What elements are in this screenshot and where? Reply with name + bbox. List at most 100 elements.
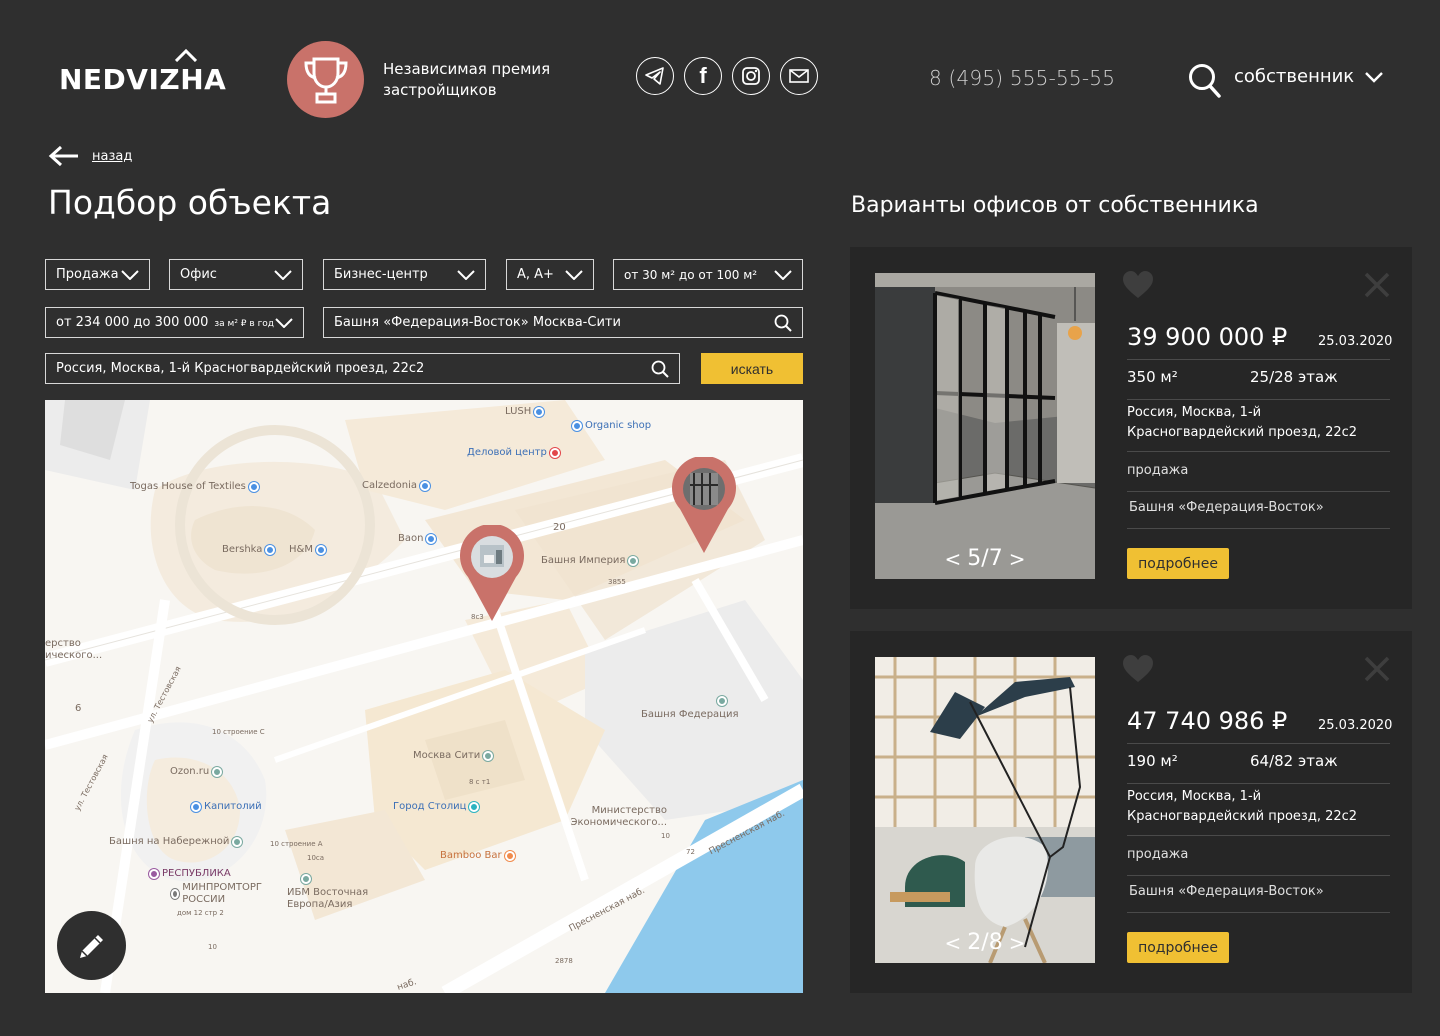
listing-floor: 25/28 этаж xyxy=(1250,368,1338,386)
owner-select[interactable]: собственник xyxy=(1234,66,1384,87)
poi-label: LUSH xyxy=(505,406,532,417)
heart-icon[interactable] xyxy=(1123,655,1153,683)
chevron-right-icon[interactable]: > xyxy=(1009,547,1026,571)
poi-label: Москва Сити xyxy=(413,750,481,761)
poi-organic-shop[interactable]: Organic shop xyxy=(572,420,651,431)
details-button[interactable]: подробнее xyxy=(1127,548,1229,579)
listing-building: Башня «Федерация-Восток» xyxy=(1129,884,1324,899)
poi-label: Bamboo Bar xyxy=(440,850,502,861)
search-icon[interactable] xyxy=(1188,63,1222,99)
object-pin-1[interactable] xyxy=(460,525,524,622)
mail-icon[interactable] xyxy=(780,57,818,95)
address-search-field[interactable]: Россия, Москва, 1-й Красногвардейский пр… xyxy=(45,353,680,384)
deal-type-select[interactable]: Продажа xyxy=(45,259,150,290)
poi-number: 72 xyxy=(686,848,695,856)
chevron-left-icon[interactable]: < xyxy=(945,547,962,571)
poi-label: Bershka xyxy=(222,544,263,555)
poi-label: Ozon.ru xyxy=(170,766,210,777)
poi-label: Organic shop xyxy=(585,420,652,431)
poi-label: Министерство Экономического... xyxy=(570,805,667,828)
poi-label: Деловой центр xyxy=(467,447,547,458)
chevron-left-icon[interactable]: < xyxy=(945,931,962,955)
chevron-down-icon xyxy=(275,317,293,328)
building-type-select[interactable]: Бизнес-центр xyxy=(323,259,486,290)
poi-label: 2878 xyxy=(555,957,573,965)
poi-label: МИНПРОМТОРГ РОССИИ xyxy=(182,882,263,905)
poi-number: 10 xyxy=(208,943,217,951)
class-select[interactable]: А, А+ xyxy=(506,259,594,290)
map-marker-icon xyxy=(483,750,494,761)
poi-respublika[interactable]: РЕСПУБЛИКА xyxy=(149,868,231,879)
search-icon[interactable] xyxy=(774,314,792,332)
pencil-icon xyxy=(79,934,103,958)
close-icon[interactable] xyxy=(1363,271,1391,299)
poi-minpromtorg[interactable]: МИНПРОМТОРГ РОССИИ xyxy=(171,882,271,906)
map-marker-icon xyxy=(534,406,545,417)
object-pin-2[interactable] xyxy=(672,457,736,554)
poi-ministry[interactable]: Министерство Экономического... xyxy=(557,805,667,829)
price-select[interactable]: от 234 000 до 300 000 за м² ₽ в год xyxy=(45,307,304,338)
trophy-icon xyxy=(303,57,348,103)
telegram-icon[interactable] xyxy=(636,57,674,95)
poi-ozon[interactable]: Ozon.ru xyxy=(170,766,223,777)
poi-baon[interactable]: Baon xyxy=(398,533,437,544)
divider xyxy=(1127,875,1390,876)
poi-label: 10 строение А xyxy=(270,840,323,848)
poi-bershka[interactable]: Bershka xyxy=(222,544,276,555)
chevron-right-icon[interactable]: > xyxy=(1009,931,1026,955)
address-search-value: Россия, Москва, 1-й Красногвардейский пр… xyxy=(56,361,425,376)
owner-select-label: собственник xyxy=(1234,66,1355,87)
poi-hm[interactable]: H&M xyxy=(289,544,326,555)
poi-label: Togas House of Textiles xyxy=(130,481,246,492)
poi-label: 8 с т1 xyxy=(469,778,491,786)
arrow-left-icon xyxy=(48,145,78,167)
map-marker-icon xyxy=(301,874,311,884)
listing-date: 25.03.2020 xyxy=(1318,718,1393,733)
poi-label: Calzedonia xyxy=(362,480,417,491)
poi-ministry-left[interactable]: ерство ического... xyxy=(45,638,115,662)
details-button[interactable]: подробнее xyxy=(1127,932,1229,963)
listing-photo[interactable]: < 5/7 > xyxy=(875,273,1095,579)
instagram-icon[interactable] xyxy=(732,57,770,95)
poi-togas[interactable]: Togas House of Textiles xyxy=(130,481,259,492)
poi-delovoy-center[interactable]: Деловой центр xyxy=(467,447,560,458)
search-icon[interactable] xyxy=(651,360,669,378)
listing-area: 190 м² xyxy=(1127,752,1178,770)
price-range-value: от 234 000 до 300 000 xyxy=(56,315,209,330)
divider xyxy=(1127,528,1390,529)
poi-lush[interactable]: LUSH xyxy=(505,406,545,417)
area-select[interactable]: от 30 м² до от 100 м² xyxy=(613,259,803,290)
listing-date: 25.03.2020 xyxy=(1318,334,1393,349)
complex-search-field[interactable]: Башня «Федерация-Восток» Москва-Сити xyxy=(323,307,803,338)
facebook-icon[interactable]: f xyxy=(684,57,722,95)
map-marker-icon xyxy=(716,696,727,706)
object-type-select[interactable]: Офис xyxy=(169,259,303,290)
poi-label: Башня на Набережной xyxy=(109,836,230,847)
page-title: Подбор объекта xyxy=(48,183,332,222)
poi-bamboo-bar[interactable]: Bamboo Bar xyxy=(440,850,515,861)
price-unit: за м² ₽ в год xyxy=(214,319,275,329)
listing-deal-type: продажа xyxy=(1127,847,1189,862)
award-badge[interactable] xyxy=(287,41,364,118)
back-link[interactable]: назад xyxy=(48,144,132,168)
map[interactable]: LUSH Organic shop Деловой центр Togas Ho… xyxy=(45,400,803,993)
listing-photo[interactable]: < 2/8 > xyxy=(875,657,1095,963)
search-button[interactable]: искать xyxy=(701,353,803,384)
poi-imperia[interactable]: Башня Империя xyxy=(541,555,639,566)
poi-federation[interactable]: Башня Федерация xyxy=(641,696,739,720)
deal-type-value: Продажа xyxy=(56,267,119,282)
poi-gorod-stolits[interactable]: Город Столиц xyxy=(393,801,480,812)
close-icon[interactable] xyxy=(1363,655,1391,683)
poi-calzedonia[interactable]: Calzedonia xyxy=(362,480,430,491)
divider xyxy=(1127,491,1390,492)
poi-naberezhnaya[interactable]: Башня на Набережной xyxy=(109,836,243,847)
logo[interactable]: NEDVIZHA xyxy=(59,48,226,94)
heart-icon[interactable] xyxy=(1123,271,1153,299)
poi-number: 8 с т1 xyxy=(469,778,490,786)
poi-ibm[interactable]: ИБМ Восточная Европа/Азия xyxy=(287,874,377,911)
poi-kapitoliy[interactable]: Капитолий xyxy=(191,801,262,812)
phone-number[interactable]: 8 (495) 555-55-55 xyxy=(929,66,1115,90)
edit-button[interactable] xyxy=(57,911,126,980)
map-marker-icon xyxy=(420,480,430,491)
poi-moscow-city[interactable]: Москва Сити xyxy=(413,750,494,761)
